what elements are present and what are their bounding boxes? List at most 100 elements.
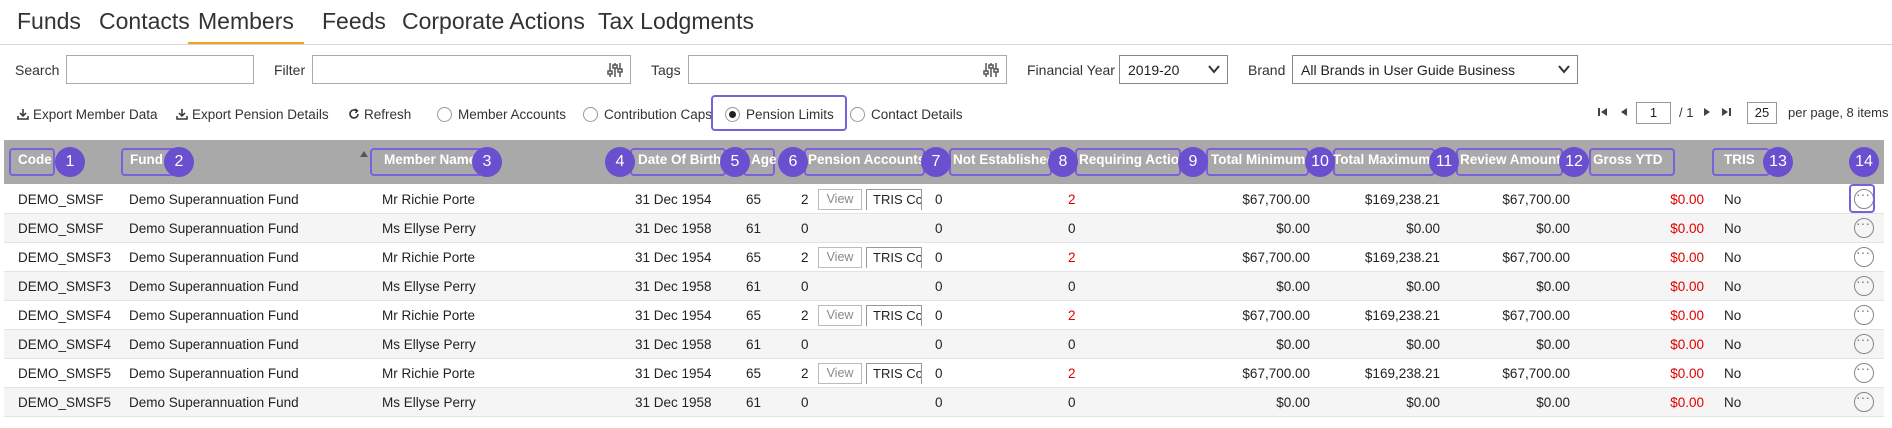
cell-total-minimums: $67,700.00 <box>1242 192 1310 207</box>
cell-not-established: 0 <box>935 308 943 323</box>
view-button[interactable]: View <box>818 305 862 326</box>
radio-circle[interactable] <box>850 107 865 122</box>
radio-member-accounts[interactable]: Member Accounts <box>437 106 566 124</box>
cell-age: 65 <box>746 192 762 207</box>
cell-pension-accounts: 2 <box>801 308 809 323</box>
cell-tris: No <box>1724 250 1742 265</box>
column-header-total-minimums[interactable]: Total Minimums <box>1211 152 1313 167</box>
financial-year-label: Financial Year <box>1027 62 1115 78</box>
radio-contribution-caps[interactable]: Contribution Caps <box>583 106 712 124</box>
page-number-input[interactable]: 1 <box>1636 102 1671 124</box>
cell-member-name: Mr Richie Porte <box>382 308 476 323</box>
column-header-pension-accounts[interactable]: Pension Accounts <box>808 152 925 167</box>
more-options-icon[interactable] <box>1854 215 1874 238</box>
annotation-badge: 6 <box>778 147 808 177</box>
cell-review-amount: $0.00 <box>1536 221 1570 236</box>
filter-input[interactable] <box>312 55 631 84</box>
table-row[interactable]: DEMO_SMSF5 Demo Superannuation Fund Mr Ric… <box>4 359 1884 388</box>
tris-con-button[interactable]: TRIS Con <box>866 247 922 268</box>
column-header-tris[interactable]: TRIS <box>1724 152 1755 167</box>
cell-age: 61 <box>746 337 762 352</box>
more-options-icon[interactable] <box>1854 302 1874 325</box>
more-options-icon[interactable] <box>1854 273 1874 296</box>
refresh-button[interactable]: Refresh <box>348 106 411 124</box>
cell-pension-accounts: 0 <box>801 279 809 294</box>
cell-gross-ytd: $0.00 <box>1670 395 1704 410</box>
tab-funds[interactable]: Funds <box>17 8 81 42</box>
annotation-badge: 5 <box>720 147 750 177</box>
more-options-icon[interactable] <box>1854 244 1874 267</box>
brand-label: Brand <box>1248 62 1286 78</box>
per-page-text: per page, 8 items <box>1788 105 1889 120</box>
export-member-data-button[interactable]: Export Member Data <box>17 106 158 124</box>
brand-select[interactable]: All Brands in User Guide Business <box>1292 55 1578 84</box>
radio-circle[interactable] <box>437 107 452 122</box>
cell-not-established: 0 <box>935 337 943 352</box>
tab-members[interactable]: Members <box>188 8 304 44</box>
cell-code: DEMO_SMSF3 <box>18 250 112 265</box>
more-options-icon[interactable] <box>1854 389 1874 412</box>
tab-feeds[interactable]: Feeds <box>322 8 386 42</box>
tags-input[interactable] <box>688 55 1007 84</box>
tris-con-button[interactable]: TRIS Con <box>866 363 922 384</box>
search-input[interactable] <box>66 55 254 84</box>
table-row[interactable]: DEMO_SMSF Demo Superannuation Fund Mr Rich… <box>4 185 1884 214</box>
table-row[interactable]: DEMO_SMSF4 Demo Superannuation Fund Ms Ell… <box>4 330 1884 359</box>
column-header-date-of-birth[interactable]: Date Of Birth <box>638 152 721 167</box>
cell-member-name: Ms Ellyse Perry <box>382 221 476 236</box>
cell-review-amount: $0.00 <box>1536 337 1570 352</box>
tab-corporate-actions[interactable]: Corporate Actions <box>402 8 585 42</box>
radio-contact-details[interactable]: Contact Details <box>850 106 963 124</box>
table-row[interactable]: DEMO_SMSF Demo Superannuation Fund Ms Elly… <box>4 214 1884 243</box>
cell-date-of-birth: 31 Dec 1954 <box>635 366 712 381</box>
cell-requiring-action: 2 <box>1068 308 1076 323</box>
view-button[interactable]: View <box>818 189 862 210</box>
next-page-icon[interactable] <box>1701 106 1713 121</box>
more-options-icon[interactable] <box>1854 360 1874 383</box>
cell-fund: Demo Superannuation Fund <box>129 192 299 207</box>
radio-pension-limits[interactable]: Pension Limits <box>725 106 834 124</box>
per-page-input[interactable]: 25 <box>1747 102 1777 124</box>
view-button[interactable]: View <box>818 363 862 384</box>
cell-gross-ytd: $0.00 <box>1670 308 1704 323</box>
column-header-review-amount[interactable]: Review Amount <box>1460 152 1561 167</box>
radio-circle[interactable] <box>583 107 598 122</box>
export-pension-details-button[interactable]: Export Pension Details <box>176 106 329 124</box>
column-header-member-name[interactable]: Member Name <box>384 152 476 167</box>
radio-circle-selected[interactable] <box>725 107 740 122</box>
column-header-age[interactable]: Age <box>751 152 777 167</box>
column-header-gross-ytd[interactable]: Gross YTD <box>1593 152 1663 167</box>
tab-contacts[interactable]: Contacts <box>99 8 190 42</box>
tris-con-button[interactable]: TRIS Con <box>866 189 922 210</box>
cell-tris: No <box>1724 279 1742 294</box>
column-header-fund[interactable]: Fund <box>130 152 163 167</box>
tags-settings-icon[interactable] <box>982 61 1000 84</box>
cell-age: 65 <box>746 308 762 323</box>
radio-label: Contribution Caps <box>604 107 713 122</box>
table-row[interactable]: DEMO_SMSF5 Demo Superannuation Fund Ms Ell… <box>4 388 1884 417</box>
cell-total-maximums: $169,238.21 <box>1364 308 1440 323</box>
filter-settings-icon[interactable] <box>606 61 624 84</box>
cell-gross-ytd: $0.00 <box>1670 221 1704 236</box>
cell-fund: Demo Superannuation Fund <box>129 366 299 381</box>
cell-age: 61 <box>746 395 762 410</box>
column-header-not-established[interactable]: Not Established <box>953 152 1055 167</box>
table-row[interactable]: DEMO_SMSF3 Demo Superannuation Fund Mr Ric… <box>4 243 1884 272</box>
table-row[interactable]: DEMO_SMSF4 Demo Superannuation Fund Mr Ric… <box>4 301 1884 330</box>
first-page-icon[interactable] <box>1597 106 1609 121</box>
column-header-requiring-action[interactable]: Requiring Action <box>1079 152 1187 167</box>
column-header-total-maximums[interactable]: Total Maximums <box>1333 152 1438 167</box>
more-options-icon[interactable] <box>1854 331 1874 354</box>
cell-not-established: 0 <box>935 279 943 294</box>
financial-year-select[interactable]: 2019-20 <box>1119 55 1228 84</box>
cell-requiring-action: 0 <box>1068 395 1076 410</box>
chevron-down-icon <box>1207 62 1221 79</box>
last-page-icon[interactable] <box>1720 106 1732 121</box>
table-row[interactable]: DEMO_SMSF3 Demo Superannuation Fund Ms Ell… <box>4 272 1884 301</box>
column-header-code[interactable]: Code <box>18 152 52 167</box>
cell-date-of-birth: 31 Dec 1954 <box>635 250 712 265</box>
view-button[interactable]: View <box>818 247 862 268</box>
tris-con-button[interactable]: TRIS Con <box>866 305 922 326</box>
tab-tax-lodgments[interactable]: Tax Lodgments <box>598 8 754 42</box>
previous-page-icon[interactable] <box>1618 106 1630 121</box>
